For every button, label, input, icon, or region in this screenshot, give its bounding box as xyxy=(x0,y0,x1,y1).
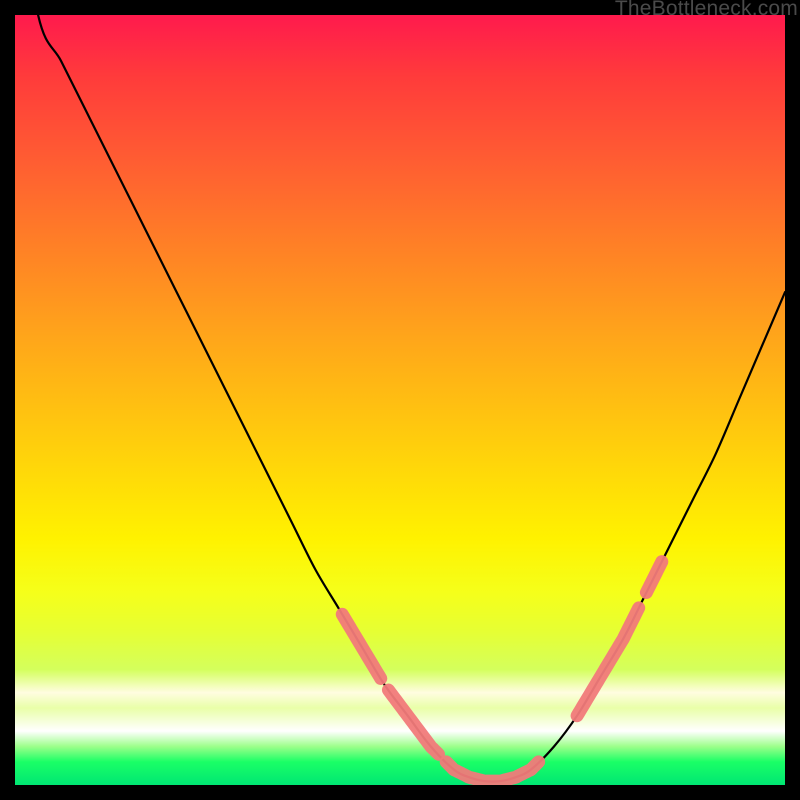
watermark-text: TheBottleneck.com xyxy=(615,0,798,21)
curve-highlight-segment xyxy=(388,690,438,754)
chart-frame xyxy=(15,15,785,785)
curve-highlight-segment xyxy=(646,562,661,593)
curve-highlight-segment xyxy=(446,762,538,781)
bottleneck-curve xyxy=(15,15,785,782)
bottleneck-curve-plot xyxy=(15,15,785,785)
curve-highlight-segment xyxy=(577,608,639,716)
curve-highlight-segment xyxy=(342,614,381,678)
